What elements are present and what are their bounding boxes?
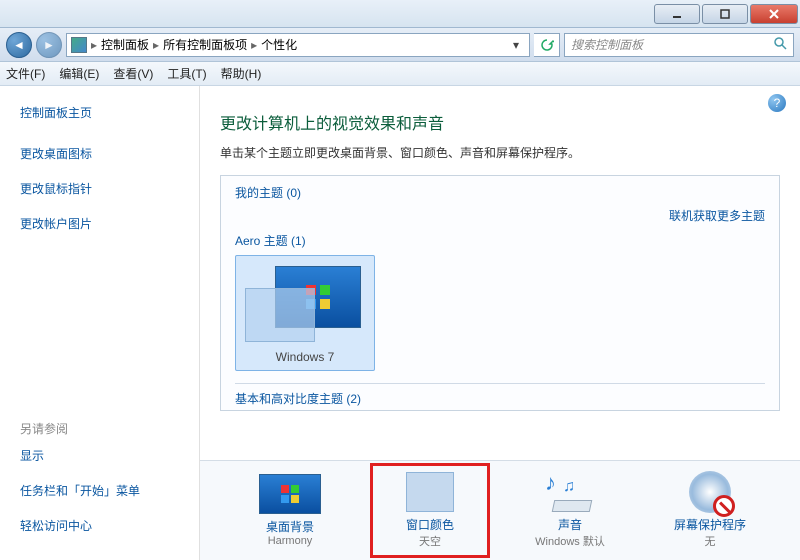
- sidebar-seealso-taskbar[interactable]: 任务栏和「开始」菜单: [20, 482, 179, 499]
- themes-panel: 我的主题 (0) 联机获取更多主题 Aero 主题 (1) Windows 7: [220, 175, 780, 411]
- window-titlebar: [0, 0, 800, 28]
- sidebar: 控制面板主页 更改桌面图标 更改鼠标指针 更改帐户图片 另请参阅 显示 任务栏和…: [0, 86, 200, 560]
- chevron-right-icon: ▸: [91, 38, 97, 52]
- window-color-icon: [406, 472, 454, 512]
- sidebar-seealso-display[interactable]: 显示: [20, 447, 179, 464]
- breadcrumb[interactable]: ▸ 控制面板 ▸ 所有控制面板项 ▸ 个性化 ▾: [66, 33, 530, 57]
- control-panel-icon: [71, 37, 87, 53]
- get-more-themes-link[interactable]: 联机获取更多主题: [669, 207, 765, 224]
- desktop-background-value: Harmony: [230, 535, 350, 547]
- sidebar-link-desktop-icons[interactable]: 更改桌面图标: [20, 145, 179, 162]
- breadcrumb-dropdown-icon[interactable]: ▾: [507, 34, 525, 56]
- page-subtitle: 单击某个主题立即更改桌面背景、窗口颜色、声音和屏幕保护程序。: [220, 144, 780, 161]
- screensaver-value: 无: [650, 533, 770, 549]
- minimize-button[interactable]: [654, 4, 700, 24]
- sidebar-seealso-heading: 另请参阅: [20, 420, 179, 437]
- chevron-right-icon: ▸: [153, 38, 159, 52]
- desktop-background-icon: [259, 474, 321, 514]
- window-color-item[interactable]: 窗口颜色 天空: [370, 463, 490, 558]
- basic-themes-label: 基本和高对比度主题 (2): [235, 383, 765, 407]
- aero-themes-label: Aero 主题 (1): [235, 232, 306, 249]
- sidebar-seealso-ease[interactable]: 轻松访问中心: [20, 517, 179, 534]
- sidebar-home-link[interactable]: 控制面板主页: [20, 104, 179, 121]
- breadcrumb-root[interactable]: 控制面板: [101, 36, 149, 53]
- menu-tools[interactable]: 工具(T): [167, 65, 206, 82]
- help-icon[interactable]: ?: [768, 94, 786, 112]
- sidebar-link-account-picture[interactable]: 更改帐户图片: [20, 215, 179, 232]
- sound-value: Windows 默认: [510, 533, 630, 549]
- sidebar-link-mouse-pointers[interactable]: 更改鼠标指针: [20, 180, 179, 197]
- theme-thumbnail: [245, 262, 365, 342]
- sound-item[interactable]: ♪♫ 声音 Windows 默认: [510, 472, 630, 549]
- page-title: 更改计算机上的视觉效果和声音: [220, 110, 780, 134]
- screensaver-icon: [679, 472, 741, 512]
- my-themes-label: 我的主题 (0): [235, 184, 301, 201]
- window-color-value: 天空: [383, 533, 477, 549]
- address-bar: ◄ ► ▸ 控制面板 ▸ 所有控制面板项 ▸ 个性化 ▾ 搜索控制面板: [0, 28, 800, 62]
- theme-name: Windows 7: [240, 350, 370, 364]
- nav-back-button[interactable]: ◄: [6, 32, 32, 58]
- menu-file[interactable]: 文件(F): [6, 65, 45, 82]
- menu-help[interactable]: 帮助(H): [221, 65, 262, 82]
- close-button[interactable]: [750, 4, 798, 24]
- theme-item-windows7[interactable]: Windows 7: [235, 255, 375, 371]
- sound-label: 声音: [510, 516, 630, 533]
- menu-edit[interactable]: 编辑(E): [59, 65, 99, 82]
- search-icon: [773, 36, 787, 53]
- breadcrumb-leaf[interactable]: 个性化: [261, 36, 297, 53]
- desktop-background-item[interactable]: 桌面背景 Harmony: [230, 474, 350, 547]
- window-color-label: 窗口颜色: [383, 516, 477, 533]
- chevron-right-icon: ▸: [251, 38, 257, 52]
- body: 控制面板主页 更改桌面图标 更改鼠标指针 更改帐户图片 另请参阅 显示 任务栏和…: [0, 86, 800, 560]
- menu-view[interactable]: 查看(V): [113, 65, 153, 82]
- refresh-button[interactable]: [534, 33, 560, 57]
- sound-icon: ♪♫: [539, 472, 601, 512]
- maximize-button[interactable]: [702, 4, 748, 24]
- breadcrumb-mid[interactable]: 所有控制面板项: [163, 36, 247, 53]
- bottom-options: 桌面背景 Harmony 窗口颜色 天空 ♪♫ 声音 Windows 默认: [200, 460, 800, 560]
- search-placeholder: 搜索控制面板: [571, 36, 643, 53]
- menu-bar: 文件(F) 编辑(E) 查看(V) 工具(T) 帮助(H): [0, 62, 800, 86]
- window-glass-icon: [245, 288, 315, 342]
- disabled-icon: [713, 495, 735, 517]
- nav-forward-button[interactable]: ►: [36, 32, 62, 58]
- search-input[interactable]: 搜索控制面板: [564, 33, 794, 57]
- desktop-background-label: 桌面背景: [230, 518, 350, 535]
- screensaver-label: 屏幕保护程序: [650, 516, 770, 533]
- main-panel: ? 更改计算机上的视觉效果和声音 单击某个主题立即更改桌面背景、窗口颜色、声音和…: [200, 86, 800, 560]
- screensaver-item[interactable]: 屏幕保护程序 无: [650, 472, 770, 549]
